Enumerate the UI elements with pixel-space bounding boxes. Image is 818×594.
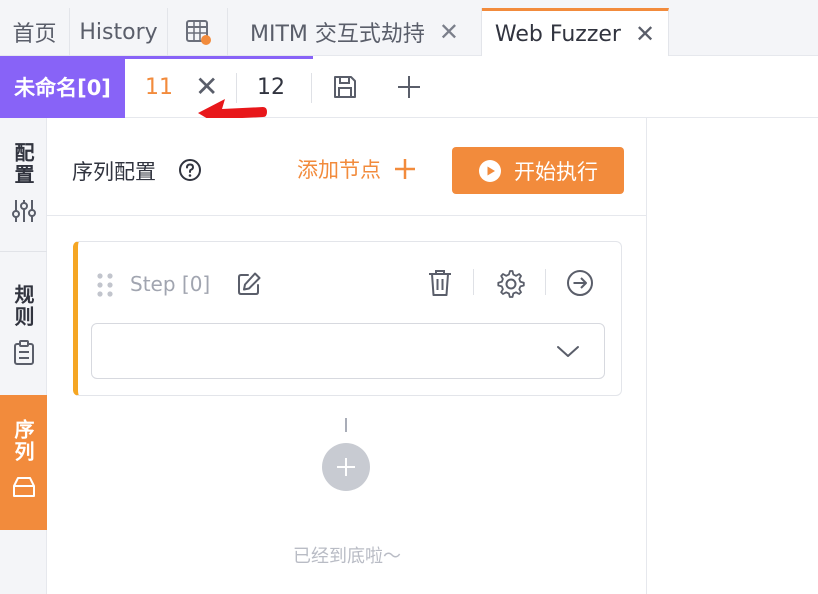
chevron-down-icon [557,346,579,357]
action-separator [545,269,546,295]
sidebar-item-rules[interactable]: 规则 [0,260,47,390]
panel-header: 序列配置 添加节点 开始执行 [47,118,647,216]
step-card: Step [0] [73,241,622,396]
step-connector [345,418,347,432]
top-strip [0,0,818,8]
tab-history[interactable]: History [70,8,168,56]
panel-title: 序列配置 [72,160,156,184]
main-tab-bar: 首页 History MITM 交互式劫持 ✕ Web Fuzzer ✕ [0,8,818,57]
start-execute-label: 开始执行 [514,159,598,184]
step-title: Step [0] [130,272,211,296]
trash-icon[interactable] [427,268,453,298]
tab-web-fuzzer-label: Web Fuzzer [494,21,621,47]
sidebar-item-sequence[interactable]: 序列 [0,395,47,530]
help-icon[interactable] [178,158,202,182]
save-button[interactable] [325,56,365,118]
add-node-button[interactable]: 添加节点 [297,154,417,184]
save-icon [334,76,356,98]
add-node-label: 添加节点 [297,158,381,182]
clipboard-icon [13,340,34,365]
response-area [647,118,818,594]
edit-icon[interactable] [236,271,262,297]
sidebar-item-label: 规则 [11,284,35,328]
tab-mitm[interactable]: MITM 交互式劫持 ✕ [228,8,482,56]
sequence-panel: 序列配置 添加节点 开始执行 Step [0] 已经到底啦～ [47,118,647,594]
web-fuzzer-window: 首页 History MITM 交互式劫持 ✕ Web Fuzzer ✕ 未命名… [0,0,818,594]
sliders-icon [11,200,36,222]
bottom-hint: 已经到底啦～ [293,546,401,567]
tab-home-label: 首页 [12,22,57,47]
plus-icon [337,458,355,476]
tab-group-label[interactable]: 未命名[0] [0,56,125,118]
add-tab-button[interactable] [389,56,429,118]
sub-tab-11-label: 11 [145,74,173,100]
sidebar-item-label: 序列 [11,419,35,463]
sidebar-divider [0,251,47,252]
drag-handle-icon[interactable] [96,272,114,298]
left-sidebar: 配置 规则 序列 [0,118,47,594]
tab-history-label: History [79,19,158,45]
sidebar-item-label: 配置 [11,142,35,186]
play-circle-icon [479,159,501,182]
layers-icon [12,477,35,497]
tab-mitm-label: MITM 交互式劫持 [250,22,425,47]
add-step-button[interactable] [322,443,370,491]
plus-icon [395,159,415,179]
plus-icon [398,76,420,98]
tab-table[interactable] [168,8,228,56]
start-execute-button[interactable]: 开始执行 [452,147,624,194]
action-separator [473,269,474,295]
step-request-select[interactable] [91,323,605,379]
arrow-right-circle-icon[interactable] [565,268,595,298]
gear-icon[interactable] [495,268,525,298]
sub-tab-bar: 未命名[0] 11 ✕ 12 [0,56,818,118]
tab-web-fuzzer[interactable]: Web Fuzzer ✕ [482,8,669,57]
sidebar-item-config[interactable]: 配置 [0,118,47,251]
tab-home[interactable]: 首页 [0,8,70,56]
close-icon[interactable]: ✕ [439,20,459,44]
tab-separator [311,73,312,103]
table-calendar-icon [185,20,211,45]
close-icon[interactable]: ✕ [635,22,655,46]
